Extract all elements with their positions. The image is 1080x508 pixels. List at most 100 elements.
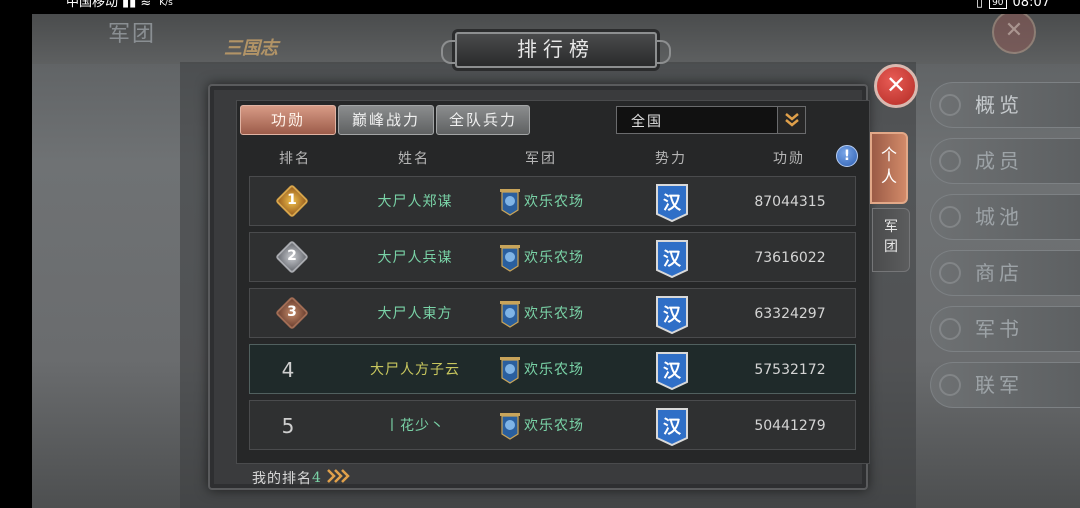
dialog-title: 排行榜 (441, 32, 671, 68)
svg-text:汉: 汉 (663, 249, 682, 270)
svg-text:汉: 汉 (663, 305, 682, 326)
region-select-value: 全国 (631, 114, 663, 130)
player-name: 大尸人東方 (377, 306, 453, 322)
swirl-icon (939, 150, 961, 172)
vibrate-icon: ▯ (975, 0, 984, 10)
column-header-name: 姓名 (398, 151, 430, 167)
bronze-medal-icon: 3 (274, 296, 310, 331)
menu-item-members[interactable]: 成员 (930, 138, 1080, 184)
player-name: 大尸人郑谋 (377, 194, 453, 210)
menu-item-label: 联军 (975, 373, 1023, 397)
my-rank-label: 我的排名 (252, 471, 312, 487)
legion-banner-icon (500, 189, 520, 216)
legion-cell: 欢乐农场 (498, 401, 584, 451)
faction-han-icon: 汉 (655, 296, 689, 335)
faction-han-icon: 汉 (655, 352, 689, 391)
silver-medal-icon: 2 (274, 240, 310, 275)
legion-cell: 欢乐农场 (498, 289, 584, 339)
legion-banner-icon (500, 245, 520, 272)
merit-value: 73616022 (754, 250, 826, 266)
legion-banner-icon (500, 357, 520, 384)
column-header-faction: 势力 (655, 151, 687, 167)
menu-item-shop[interactable]: 商店 (930, 250, 1080, 296)
swirl-icon (939, 374, 961, 396)
legion-banner-icon (500, 301, 520, 328)
status-bar: 中国移动 ▮▮ ≋ K/s ▯ 90 08:07 (0, 0, 1080, 14)
merit-value: 50441279 (754, 418, 826, 434)
menu-item-label: 概览 (975, 93, 1023, 117)
column-header-merit: 功勋 (773, 151, 805, 167)
table-header: 排名 姓名 军团 势力 功勋 (242, 142, 864, 172)
tab-merit[interactable]: 功勋 (240, 105, 336, 135)
speed-unit: K/s (159, 0, 173, 8)
gold-medal-icon: 1 (274, 184, 310, 219)
rank-number: 2 (287, 248, 297, 264)
info-icon[interactable]: ! (836, 145, 858, 167)
region-select[interactable]: 全国 (616, 106, 806, 134)
background-close-icon[interactable]: ✕ (992, 10, 1036, 54)
swirl-icon (939, 206, 961, 228)
player-name: 大尸人方子云 (370, 362, 460, 378)
legion-cell: 欢乐农场 (498, 345, 584, 395)
legion-cell: 欢乐农场 (498, 233, 584, 283)
legion-name: 欢乐农场 (524, 194, 584, 210)
triple-chevron-right-icon (326, 468, 352, 488)
column-header-legion: 军团 (525, 151, 557, 167)
swirl-icon (939, 318, 961, 340)
my-rank-value: 4 (312, 470, 322, 486)
menu-item-cities[interactable]: 城池 (930, 194, 1080, 240)
clock: 08:07 (1012, 0, 1050, 10)
merit-value: 57532172 (754, 362, 826, 378)
side-tab-label: 军团 (884, 219, 898, 255)
legion-name: 欢乐农场 (524, 362, 584, 378)
rank-number: 5 (281, 414, 295, 438)
faction-han-icon: 汉 (655, 184, 689, 223)
table-row[interactable]: 5 丨花少丶 欢乐农场 汉 50441279 (249, 400, 856, 450)
double-chevron-down-icon (777, 107, 805, 133)
side-tab-personal[interactable]: 个人 (870, 132, 908, 204)
legion-name: 欢乐农场 (524, 306, 584, 322)
legion-name: 欢乐农场 (524, 418, 584, 434)
merit-value: 63324297 (754, 306, 826, 322)
side-tab-label: 个人 (881, 145, 898, 186)
tab-total-troops[interactable]: 全队兵力 (436, 105, 530, 135)
rank-number: 1 (287, 192, 297, 208)
wifi-icon: ≋ (140, 0, 152, 10)
rank-number: 3 (287, 304, 297, 320)
tab-peak-power[interactable]: 巅峰战力 (338, 105, 434, 135)
menu-item-label: 城池 (975, 205, 1023, 229)
column-header-rank: 排名 (279, 151, 311, 167)
battery-indicator: 90 (989, 0, 1007, 9)
menu-item-label: 军书 (975, 317, 1023, 341)
player-name: 丨花少丶 (385, 418, 445, 434)
game-logo: 三国志 (224, 38, 278, 59)
close-icon[interactable]: ✕ (874, 64, 918, 108)
menu-item-label: 商店 (975, 261, 1023, 285)
side-tab-legion[interactable]: 军团 (872, 208, 910, 272)
carrier-label: 中国移动 (66, 0, 119, 10)
swirl-icon (939, 94, 961, 116)
player-name: 大尸人兵谋 (377, 250, 453, 266)
svg-text:汉: 汉 (663, 417, 682, 438)
rank-number: 4 (281, 358, 295, 382)
swirl-icon (939, 262, 961, 284)
faction-han-icon: 汉 (655, 408, 689, 447)
my-rank[interactable]: 我的排名 4 (252, 468, 352, 488)
signal-icon: ▮▮ (122, 0, 137, 10)
legion-cell: 欢乐农场 (498, 177, 584, 227)
svg-text:汉: 汉 (663, 361, 682, 382)
faction-han-icon: 汉 (655, 240, 689, 279)
legion-name: 欢乐农场 (524, 250, 584, 266)
menu-item-alliance[interactable]: 联军 (930, 362, 1080, 408)
legion-banner-icon (500, 413, 520, 440)
table-row-current-player[interactable]: 4 大尸人方子云 欢乐农场 汉 57532172 (249, 344, 856, 394)
menu-item-label: 成员 (975, 149, 1023, 173)
table-row[interactable]: 2 大尸人兵谋 欢乐农场 汉 73616022 (249, 232, 856, 282)
menu-item-overview[interactable]: 概览 (930, 82, 1080, 128)
section-title: 军团 (108, 22, 157, 47)
table-row[interactable]: 1 大尸人郑谋 欢乐农场 汉 87044315 (249, 176, 856, 226)
menu-item-military-book[interactable]: 军书 (930, 306, 1080, 352)
table-row[interactable]: 3 大尸人東方 欢乐农场 汉 63324297 (249, 288, 856, 338)
svg-text:汉: 汉 (663, 193, 682, 214)
merit-value: 87044315 (754, 194, 826, 210)
